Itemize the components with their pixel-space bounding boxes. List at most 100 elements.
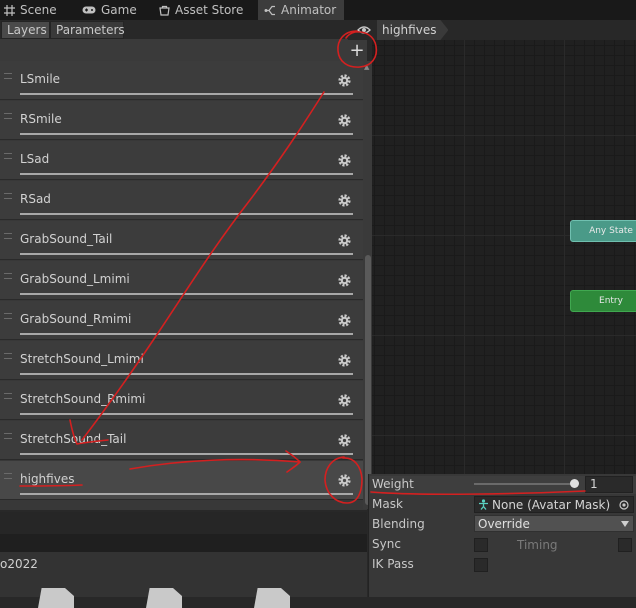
layer-name: GrabSound_Lmimi — [20, 272, 130, 286]
weight-bar — [20, 293, 353, 295]
drag-handle-icon[interactable] — [4, 473, 12, 479]
layer-row-lsad[interactable]: LSad — [0, 141, 363, 180]
layer-name: GrabSound_Rmimi — [20, 312, 132, 326]
layer-row-grabsound-rmimi[interactable]: GrabSound_Rmimi — [0, 301, 363, 340]
layer-name: StretchSound_Tail — [20, 432, 127, 446]
animator-icon — [264, 5, 275, 15]
drag-handle-icon[interactable] — [4, 433, 12, 439]
tab-animator[interactable]: Animator — [258, 0, 344, 20]
tab-parameters[interactable]: Parameters — [50, 21, 125, 39]
drag-handle-icon[interactable] — [4, 393, 12, 399]
gear-icon[interactable] — [337, 433, 352, 448]
gear-icon[interactable] — [337, 473, 352, 488]
breadcrumb-label: highfives — [382, 23, 437, 37]
tab-game[interactable]: Game — [82, 0, 140, 20]
drag-handle-icon[interactable] — [4, 113, 12, 119]
layer-row-grabsound-tail[interactable]: GrabSound_Tail — [0, 221, 363, 260]
tab-asset-store-label: Asset Store — [175, 3, 244, 17]
eye-icon[interactable] — [357, 24, 371, 36]
layer-row-stretchsound-tail[interactable]: StretchSound_Tail — [0, 421, 363, 460]
drag-handle-icon[interactable] — [4, 313, 12, 319]
bottom-toolbar — [0, 512, 367, 534]
layers-toolbar — [0, 39, 367, 61]
layer-name: RSad — [20, 192, 51, 206]
animator-graph[interactable] — [372, 40, 636, 474]
gear-icon[interactable] — [337, 153, 352, 168]
any-state-node[interactable]: Any State — [570, 220, 636, 242]
drag-handle-icon[interactable] — [4, 193, 12, 199]
tab-layers[interactable]: Layers — [1, 21, 50, 39]
gear-icon[interactable] — [337, 193, 352, 208]
drag-handle-icon[interactable] — [4, 73, 12, 79]
tab-scene[interactable]: Scene — [4, 0, 62, 20]
gamepad-icon — [82, 6, 96, 14]
chevron-down-icon — [621, 520, 629, 527]
gear-icon[interactable] — [337, 73, 352, 88]
weight-bar — [20, 133, 353, 135]
drag-handle-icon[interactable] — [4, 353, 12, 359]
weight-bar — [20, 333, 353, 335]
avatar-mask-icon — [479, 499, 488, 510]
ikpass-label: IK Pass — [372, 557, 414, 571]
drag-handle-icon[interactable] — [4, 233, 12, 239]
layer-name: highfives — [20, 472, 75, 486]
gear-icon[interactable] — [337, 393, 352, 408]
layer-row-rsad[interactable]: RSad — [0, 181, 363, 220]
weight-bar — [20, 93, 353, 95]
layer-list: LSmile RSmile LSad RSad GrabSound_Tail G… — [0, 61, 363, 509]
bottom-strip — [0, 534, 367, 552]
window-tab-bar: Scene Game Asset Store Animator — [0, 0, 636, 20]
gear-icon[interactable] — [337, 113, 352, 128]
gear-icon[interactable] — [337, 313, 352, 328]
weight-bar — [20, 213, 353, 215]
grid-icon — [4, 4, 15, 16]
gear-icon[interactable] — [337, 233, 352, 248]
layers-panel-tabs: Layers Parameters — [0, 20, 367, 39]
layer-row-stretchsound-lmimi[interactable]: StretchSound_Lmimi — [0, 341, 363, 380]
scrollbar-thumb[interactable] — [365, 255, 371, 505]
layer-row-grabsound-lmimi[interactable]: GrabSound_Lmimi — [0, 261, 363, 300]
entry-label: Entry — [599, 296, 623, 306]
gear-icon[interactable] — [337, 353, 352, 368]
layer-row-rsmile[interactable]: RSmile — [0, 101, 363, 140]
tab-game-label: Game — [101, 3, 137, 17]
weight-bar — [20, 253, 353, 255]
scroll-up-arrow-icon[interactable]: ▲ — [364, 64, 372, 71]
add-layer-button[interactable]: + — [347, 40, 367, 61]
mask-field[interactable]: None (Avatar Mask) — [474, 496, 634, 513]
entry-node[interactable]: Entry — [570, 290, 636, 312]
weight-bar — [20, 453, 353, 455]
tab-animator-label: Animator — [281, 3, 337, 17]
weight-input[interactable]: 1 — [585, 476, 633, 493]
blending-label: Blending — [372, 517, 425, 531]
layer-name: LSmile — [20, 72, 61, 86]
weight-bar — [20, 493, 353, 495]
breadcrumb[interactable]: highfives — [377, 20, 448, 40]
weight-label: Weight — [372, 477, 414, 491]
layer-row-lsmile[interactable]: LSmile — [0, 61, 363, 100]
drag-handle-icon[interactable] — [4, 153, 12, 159]
sync-checkbox[interactable] — [474, 538, 488, 552]
mask-label: Mask — [372, 497, 403, 511]
object-picker-icon[interactable] — [619, 499, 629, 510]
layer-name: GrabSound_Tail — [20, 232, 113, 246]
any-state-label: Any State — [589, 226, 633, 236]
tab-parameters-label: Parameters — [56, 23, 125, 37]
timing-label: Timing — [517, 538, 558, 552]
mask-value: None (Avatar Mask) — [492, 497, 611, 512]
blending-dropdown[interactable]: Override — [474, 515, 634, 532]
weight-slider-knob[interactable] — [570, 479, 579, 488]
timing-checkbox[interactable] — [618, 538, 632, 552]
weight-slider[interactable] — [474, 483, 577, 485]
tab-asset-store[interactable]: Asset Store — [159, 0, 251, 20]
blending-value: Override — [478, 516, 530, 531]
gear-icon[interactable] — [337, 273, 352, 288]
layer-row-stretchsound-rmimi[interactable]: StretchSound_Rmimi — [0, 381, 363, 420]
store-icon — [159, 5, 170, 16]
layer-name: LSad — [20, 152, 50, 166]
tab-layers-label: Layers — [7, 23, 47, 37]
drag-handle-icon[interactable] — [4, 273, 12, 279]
weight-bar — [20, 173, 353, 175]
layer-row-highfives[interactable]: highfives — [0, 461, 363, 500]
ikpass-checkbox[interactable] — [474, 558, 488, 572]
